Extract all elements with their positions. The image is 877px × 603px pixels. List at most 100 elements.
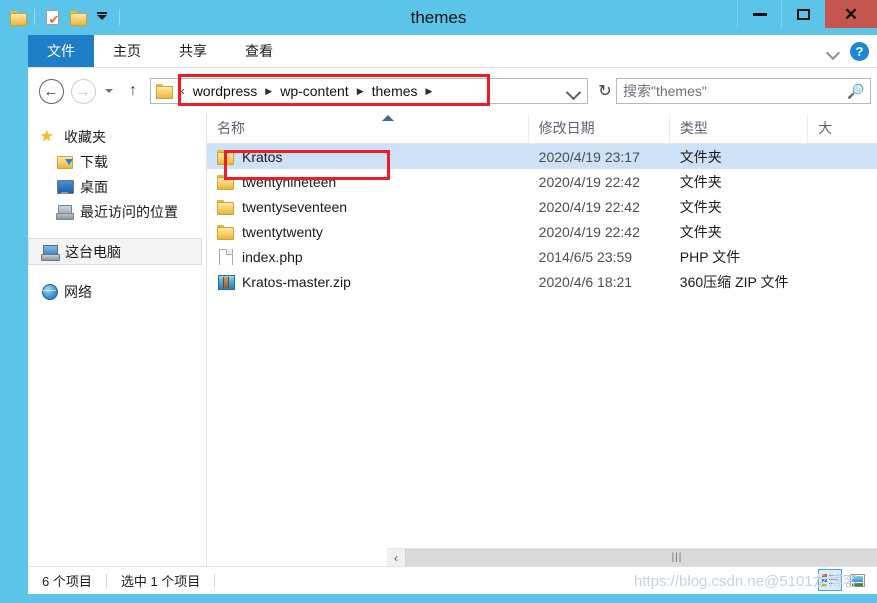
file-name-cell: twentytwenty xyxy=(207,224,529,240)
table-row[interactable]: twentytwenty 2020/4/19 22:42 文件夹 xyxy=(207,219,877,244)
file-rows: Kratos 2020/4/19 23:17 文件夹 twentyninetee… xyxy=(207,144,877,294)
sidebar-gap-1 xyxy=(28,224,206,238)
column-header-name[interactable]: 名称 xyxy=(207,114,529,143)
file-date-cell: 2020/4/19 22:42 xyxy=(538,198,640,215)
recent-places-icon xyxy=(56,204,74,220)
this-pc-icon xyxy=(41,244,60,261)
properties-icon[interactable]: ✔ xyxy=(41,6,63,28)
breadcrumb-separator-2-icon[interactable]: ▶ xyxy=(354,86,367,97)
breadcrumb-item-wp-content[interactable]: wp-content xyxy=(275,83,353,99)
toolbar-separator-2 xyxy=(119,9,120,25)
file-name-cell: twentynineteen xyxy=(207,174,529,190)
breadcrumb-item-wordpress[interactable]: wordpress xyxy=(188,83,263,99)
zip-file-icon xyxy=(217,274,235,290)
item-count-label: 6 个项目 xyxy=(42,574,92,589)
file-name-label: twentytwenty xyxy=(242,223,323,240)
quick-access-toolbar: ✔ xyxy=(6,4,123,30)
new-folder-icon[interactable] xyxy=(66,6,88,28)
file-date-cell: 2020/4/19 22:42 xyxy=(538,173,640,190)
folder-icon xyxy=(217,224,234,240)
network-icon xyxy=(40,283,58,300)
address-history-caret-icon[interactable] xyxy=(564,79,582,103)
window-controls: ✕ xyxy=(737,0,877,28)
chevron-down-icon[interactable] xyxy=(827,45,840,58)
php-file-icon xyxy=(217,249,234,265)
star-icon: ★ xyxy=(40,127,54,145)
sidebar-item-network[interactable]: 网络 xyxy=(28,279,206,304)
table-row[interactable]: index.php 2014/6/5 23:59 PHP 文件 xyxy=(207,244,877,269)
forward-icon: → xyxy=(70,78,96,104)
tab-share[interactable]: 共享 xyxy=(160,35,226,68)
breadcrumb-separator-1-icon[interactable]: ▶ xyxy=(262,86,275,97)
file-name-label: twentynineteen xyxy=(242,173,337,190)
ribbon-right-controls: ? xyxy=(827,35,869,68)
scroll-left-button[interactable]: ‹ xyxy=(387,548,405,566)
forward-button[interactable]: → xyxy=(68,76,98,106)
table-row[interactable]: twentyseventeen 2020/4/19 22:42 文件夹 xyxy=(207,194,877,219)
status-bar: 6 个项目 选中 1 个项目 xyxy=(28,566,877,594)
tab-view[interactable]: 查看 xyxy=(226,35,292,68)
up-button[interactable]: ↑ xyxy=(120,78,146,104)
table-row[interactable]: Kratos-master.zip 2020/4/6 18:21 360压缩 Z… xyxy=(207,269,877,294)
scrollbar-thumb[interactable]: ||| xyxy=(405,548,877,566)
close-button[interactable]: ✕ xyxy=(825,0,877,28)
column-header-type[interactable]: 类型 xyxy=(670,114,809,143)
tab-home[interactable]: 主页 xyxy=(94,35,160,68)
sidebar-item-this-pc[interactable]: 这台电脑 xyxy=(28,238,202,265)
large-icons-view-button[interactable] xyxy=(845,569,869,591)
file-date-cell: 2020/4/19 23:17 xyxy=(538,148,640,165)
scrollbar-grip-icon: ||| xyxy=(671,552,683,563)
ribbon-tabs: 文件 主页 共享 查看 xyxy=(28,35,292,68)
breadcrumb[interactable]: « wordpress ▶ wp-content ▶ themes ▶ xyxy=(150,78,588,104)
sidebar-item-recent-places[interactable]: 最近访问的位置 xyxy=(28,199,206,224)
scrollbar-track[interactable]: ||| xyxy=(405,548,877,566)
navigation-pane: ★ 收藏夹 下载 桌面 最近访问的位置 这台电脑 网络 xyxy=(28,114,207,566)
search-input[interactable]: 搜索"themes" 🔍 xyxy=(616,78,871,104)
details-view-button[interactable] xyxy=(818,569,842,591)
table-row[interactable]: Kratos 2020/4/19 23:17 文件夹 xyxy=(207,144,877,169)
customize-caret-icon[interactable] xyxy=(91,6,113,28)
back-button[interactable]: ← xyxy=(36,76,66,106)
file-type-cell: 文件夹 xyxy=(679,173,722,190)
folder-icon[interactable] xyxy=(6,6,28,28)
sidebar-item-desktop[interactable]: 桌面 xyxy=(28,174,206,199)
file-type-cell: 文件夹 xyxy=(679,148,722,165)
refresh-button[interactable]: ↻ xyxy=(594,79,616,103)
breadcrumb-item-themes[interactable]: themes xyxy=(367,83,423,99)
folder-icon xyxy=(217,174,234,190)
file-name-label: twentyseventeen xyxy=(242,198,348,215)
breadcrumb-separator-3-icon[interactable]: ▶ xyxy=(423,86,436,97)
downloads-folder-icon xyxy=(56,154,74,170)
tab-file[interactable]: 文件 xyxy=(28,35,94,68)
horizontal-scrollbar[interactable]: ‹ ||| › xyxy=(387,548,877,566)
minimize-button[interactable] xyxy=(737,0,781,28)
window-bottom-edge xyxy=(0,594,877,603)
sidebar-item-label: 下载 xyxy=(80,153,108,170)
recent-locations-caret-icon[interactable] xyxy=(100,78,118,104)
help-icon[interactable]: ? xyxy=(850,42,869,61)
column-headers: 名称 修改日期 类型 大 xyxy=(207,114,877,144)
file-type-cell: 文件夹 xyxy=(679,223,722,240)
navigation-buttons: ← → ↑ xyxy=(28,76,146,106)
file-name-cell: twentyseventeen xyxy=(207,199,529,215)
file-name-label: Kratos xyxy=(242,148,283,165)
sidebar-item-label: 桌面 xyxy=(80,178,108,195)
breadcrumb-overflow-icon[interactable]: « xyxy=(175,84,188,98)
ribbon-left-edge xyxy=(0,35,28,68)
address-bar: ← → ↑ « wordpress ▶ wp-content ▶ themes … xyxy=(28,68,877,114)
sidebar-item-label: 收藏夹 xyxy=(64,128,106,145)
maximize-button[interactable] xyxy=(781,0,825,28)
search-icon[interactable]: 🔍 xyxy=(847,83,864,100)
folder-icon xyxy=(217,199,234,215)
sidebar-item-label: 这台电脑 xyxy=(65,243,121,260)
sidebar-item-downloads[interactable]: 下载 xyxy=(28,149,206,174)
column-header-date[interactable]: 修改日期 xyxy=(529,114,670,143)
file-type-cell: 文件夹 xyxy=(679,198,722,215)
sidebar-item-favorites[interactable]: ★ 收藏夹 xyxy=(28,124,206,149)
column-header-size[interactable]: 大 xyxy=(808,114,877,143)
table-row[interactable]: twentynineteen 2020/4/19 22:42 文件夹 xyxy=(207,169,877,194)
explorer-body: ★ 收藏夹 下载 桌面 最近访问的位置 这台电脑 网络 名称 修改日期 类型 大… xyxy=(28,114,877,566)
maximize-icon xyxy=(797,8,810,20)
file-name-cell: Kratos xyxy=(207,149,529,165)
toolbar-separator-1 xyxy=(34,9,35,25)
